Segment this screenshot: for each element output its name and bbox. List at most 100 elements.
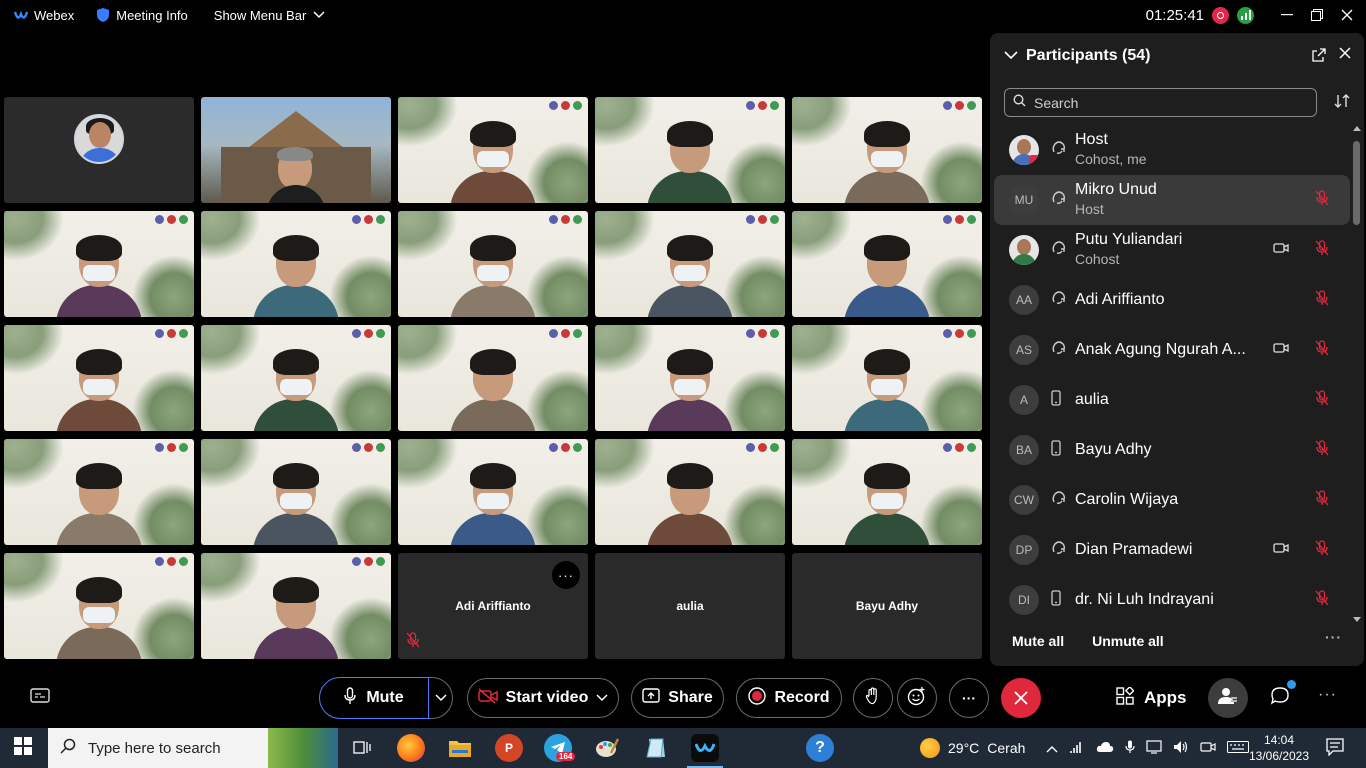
collapse-chevron-icon[interactable] bbox=[1004, 47, 1018, 65]
weather-widget[interactable]: 29°C Cerah bbox=[920, 728, 1025, 768]
video-tile[interactable] bbox=[595, 211, 785, 317]
start-video-button[interactable]: Start video bbox=[467, 678, 619, 718]
help-icon[interactable]: ? bbox=[806, 734, 834, 762]
video-tile[interactable] bbox=[4, 553, 194, 659]
chat-button[interactable] bbox=[1260, 678, 1300, 718]
muted-microphone-icon[interactable] bbox=[1315, 339, 1329, 361]
taskbar-clock[interactable]: 14:04 13/06/2023 bbox=[1248, 732, 1310, 764]
mute-all-button[interactable]: Mute all bbox=[1012, 633, 1064, 649]
powerpoint-icon[interactable]: P bbox=[495, 734, 523, 762]
closed-captions-icon[interactable] bbox=[30, 688, 50, 709]
video-tile[interactable] bbox=[398, 325, 588, 431]
keyboard-icon[interactable] bbox=[1227, 740, 1249, 756]
muted-microphone-icon[interactable] bbox=[1315, 289, 1329, 311]
participant-row[interactable]: DI dr. Ni Luh Indrayani bbox=[994, 575, 1350, 615]
toolbar-more-icon[interactable]: ··· bbox=[1318, 686, 1337, 704]
video-tile[interactable] bbox=[201, 439, 391, 545]
recording-indicator-icon[interactable] bbox=[1212, 6, 1229, 24]
participant-row[interactable]: AS Anak Agung Ngurah A... bbox=[994, 325, 1350, 375]
participant-row[interactable]: CW Carolin Wijaya bbox=[994, 475, 1350, 525]
notes-app-icon[interactable] bbox=[642, 734, 670, 762]
firefox-icon[interactable] bbox=[397, 734, 425, 762]
raise-hand-button[interactable] bbox=[853, 678, 893, 718]
notification-center-icon[interactable] bbox=[1326, 738, 1344, 761]
apps-button[interactable]: Apps bbox=[1116, 678, 1187, 718]
video-tile[interactable] bbox=[201, 211, 391, 317]
video-tile[interactable] bbox=[398, 439, 588, 545]
video-tile[interactable] bbox=[201, 325, 391, 431]
video-tile[interactable] bbox=[595, 325, 785, 431]
video-tile[interactable] bbox=[792, 211, 982, 317]
webex-menu[interactable]: Webex bbox=[8, 0, 80, 30]
task-view-icon[interactable] bbox=[348, 734, 376, 762]
participant-row[interactable]: MU Mikro Unud Host bbox=[994, 175, 1350, 225]
muted-microphone-icon[interactable] bbox=[1315, 589, 1329, 611]
video-tile[interactable] bbox=[4, 439, 194, 545]
start-button[interactable] bbox=[0, 728, 46, 768]
video-tile[interactable] bbox=[792, 325, 982, 431]
sort-icon[interactable] bbox=[1334, 93, 1350, 114]
more-options-button[interactable]: ··· bbox=[949, 678, 989, 718]
participant-row[interactable]: Aaulia bbox=[994, 375, 1350, 425]
participant-row[interactable]: AA Adi Ariffianto bbox=[994, 275, 1350, 325]
minimize-button[interactable] bbox=[1272, 0, 1302, 30]
participant-row[interactable]: Putu Yuliandari Cohost bbox=[994, 225, 1350, 275]
show-menu-bar-button[interactable]: Show Menu Bar bbox=[208, 0, 333, 30]
chevron-down-icon[interactable] bbox=[596, 689, 608, 707]
scrollbar-thumb[interactable] bbox=[1353, 141, 1360, 225]
participant-scrollbar[interactable] bbox=[1353, 126, 1361, 622]
participant-row[interactable]: Host Cohost, me bbox=[994, 125, 1350, 175]
volume-icon[interactable] bbox=[1173, 740, 1189, 757]
close-panel-icon[interactable] bbox=[1338, 46, 1352, 65]
video-tile[interactable] bbox=[595, 97, 785, 203]
panel-more-icon[interactable]: ··· bbox=[1325, 629, 1342, 645]
video-tile[interactable] bbox=[201, 97, 391, 203]
microphone-tray-icon[interactable] bbox=[1125, 740, 1135, 757]
network-icon[interactable] bbox=[1069, 740, 1085, 757]
muted-microphone-icon[interactable] bbox=[1315, 489, 1329, 511]
file-explorer-icon[interactable] bbox=[446, 734, 474, 762]
paint-icon[interactable] bbox=[593, 734, 621, 762]
participant-row[interactable]: BA Bayu Adhy bbox=[994, 425, 1350, 475]
participant-row[interactable]: DP Dian Pramadewi bbox=[994, 525, 1350, 575]
search-input[interactable] bbox=[1034, 94, 1304, 111]
video-tile-avatar[interactable] bbox=[4, 97, 194, 203]
popout-icon[interactable] bbox=[1312, 48, 1326, 67]
muted-microphone-icon[interactable] bbox=[1315, 239, 1329, 261]
video-tile[interactable] bbox=[398, 211, 588, 317]
statistics-icon[interactable] bbox=[1237, 6, 1254, 24]
audio-options-button[interactable] bbox=[429, 677, 453, 719]
muted-microphone-icon[interactable] bbox=[1315, 189, 1329, 211]
share-button[interactable]: Share bbox=[631, 678, 724, 718]
participant-name-tile[interactable]: aulia bbox=[595, 553, 785, 659]
close-window-button[interactable] bbox=[1332, 0, 1362, 30]
screen-share-tray-icon[interactable] bbox=[1146, 739, 1162, 757]
record-button[interactable]: Record bbox=[736, 678, 842, 718]
muted-microphone-icon[interactable] bbox=[1315, 439, 1329, 461]
video-tile[interactable] bbox=[595, 439, 785, 545]
maximize-button[interactable] bbox=[1302, 0, 1332, 30]
show-hidden-icons-icon[interactable] bbox=[1046, 741, 1058, 756]
participant-name-tile[interactable]: Adi Ariffianto ··· bbox=[398, 553, 588, 659]
leave-meeting-button[interactable] bbox=[1001, 678, 1041, 718]
muted-microphone-icon[interactable] bbox=[1315, 389, 1329, 411]
camera-tray-icon[interactable] bbox=[1200, 741, 1216, 756]
participants-toggle-button[interactable] bbox=[1208, 678, 1248, 718]
tile-more-icon[interactable]: ··· bbox=[552, 561, 580, 589]
meeting-info-button[interactable]: Meeting Info bbox=[90, 0, 194, 30]
reactions-button[interactable] bbox=[897, 678, 937, 718]
webex-taskbar-icon[interactable] bbox=[687, 734, 723, 768]
taskbar-search[interactable]: Type here to search bbox=[48, 728, 338, 768]
video-tile[interactable] bbox=[792, 97, 982, 203]
participant-name-tile[interactable]: Bayu Adhy bbox=[792, 553, 982, 659]
muted-microphone-icon[interactable] bbox=[1315, 539, 1329, 561]
video-tile[interactable] bbox=[4, 325, 194, 431]
participant-search[interactable] bbox=[1004, 88, 1317, 117]
cloud-sync-icon[interactable] bbox=[1096, 741, 1114, 756]
video-tile[interactable] bbox=[792, 439, 982, 545]
unmute-all-button[interactable]: Unmute all bbox=[1092, 633, 1164, 649]
video-tile[interactable] bbox=[398, 97, 588, 203]
video-tile[interactable] bbox=[4, 211, 194, 317]
video-tile[interactable] bbox=[201, 553, 391, 659]
mute-button[interactable]: Mute bbox=[319, 677, 429, 719]
